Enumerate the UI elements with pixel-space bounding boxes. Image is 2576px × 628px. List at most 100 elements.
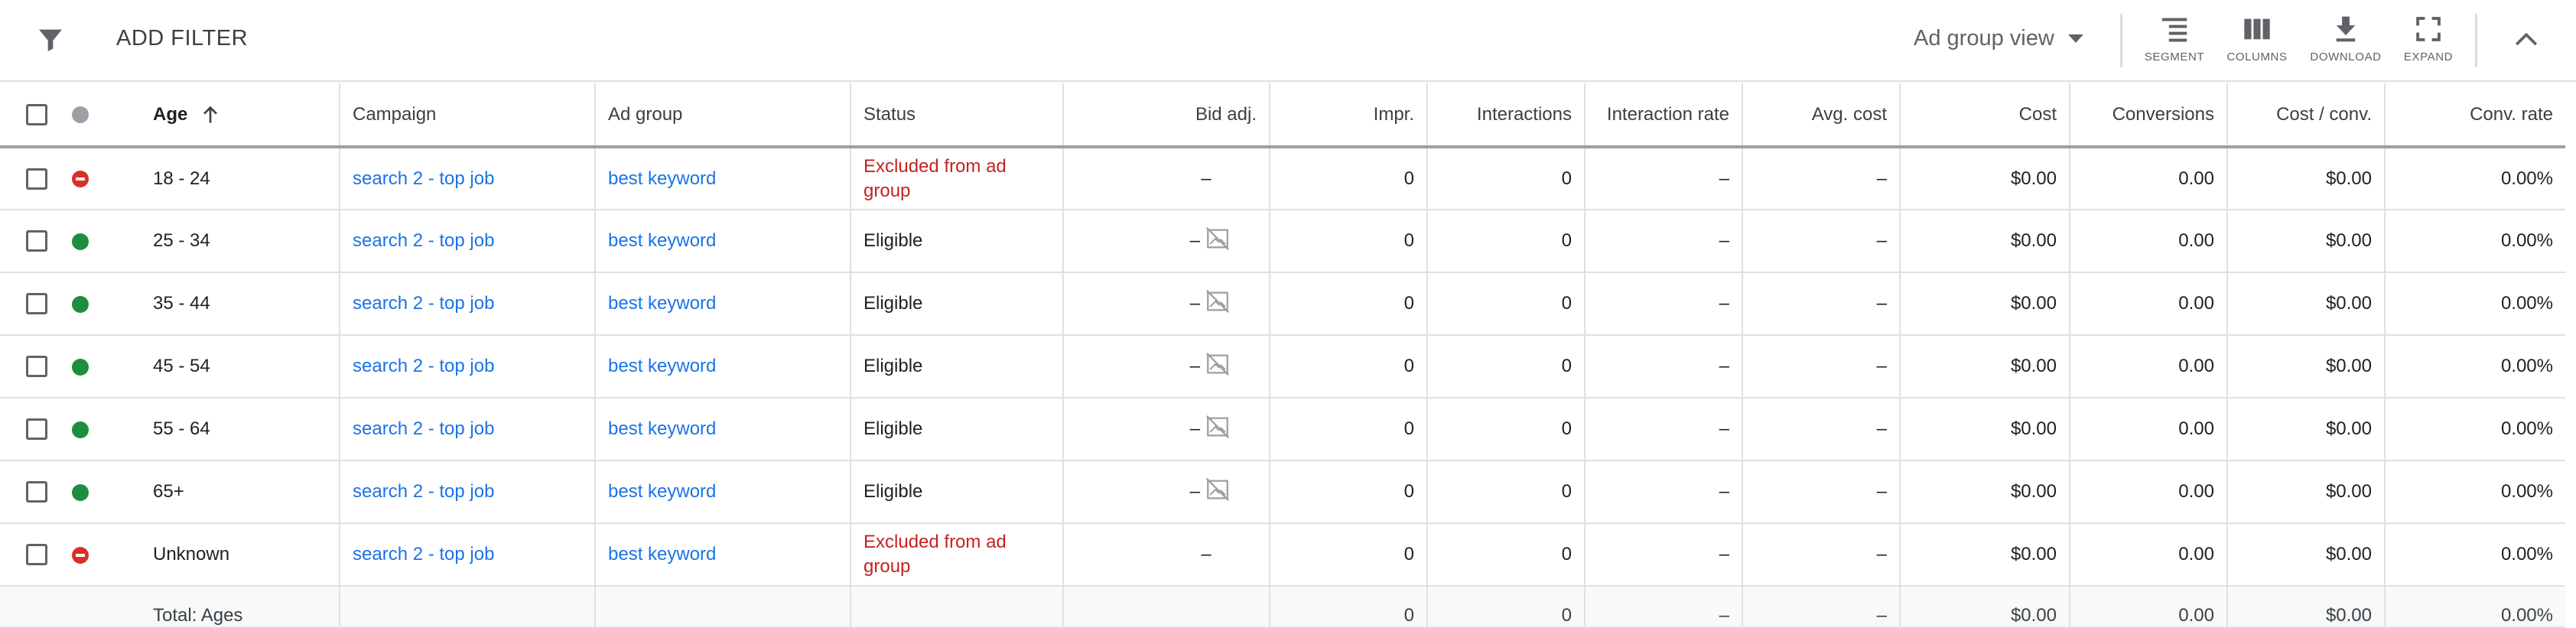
total-row: Total: Ages 0 0– – $0.00 0.00 $0.00 0.00% [0,586,2565,628]
interaction-rate-cell: – [1585,398,1743,461]
header-bid-adj[interactable]: Bid adj. [1063,83,1270,148]
filter-icon[interactable] [34,24,67,55]
expand-button[interactable]: EXPAND [2386,15,2470,63]
cost-cell: $0.00 [1900,460,2070,524]
campaign-cell: search 2 - top job [340,272,596,336]
columns-button[interactable]: COLUMNS [2215,15,2299,63]
eligible-status-icon[interactable] [72,295,89,313]
total-blank-cell [851,586,1064,628]
header-conversions[interactable]: Conversions [2070,83,2228,148]
bid-adj-value: – [1189,293,1200,314]
eligible-status-icon[interactable] [72,233,89,250]
status-dot-cell [64,460,145,524]
ad-group-cell: best keyword [595,335,851,399]
header-impr[interactable]: Impr. [1270,83,1428,148]
campaign-cell: search 2 - top job [340,147,596,210]
ad-group-link[interactable]: best keyword [608,230,716,251]
image-off-icon [1206,226,1229,250]
expand-label: EXPAND [2403,50,2454,63]
conv-rate-cell: 0.00% [2385,272,2565,336]
avg-cost-cell: – [1742,147,1901,210]
add-filter-button[interactable]: ADD FILTER [116,26,248,51]
row-checkbox[interactable] [26,356,47,377]
header-ad-group[interactable]: Ad group [595,83,851,148]
total-interactions: 0 [1427,586,1586,628]
edit-bid-button[interactable] [1205,289,1231,319]
row-checkbox[interactable] [26,168,47,190]
row-checkbox[interactable] [26,544,47,565]
table-row[interactable]: 18 - 24 search 2 - top job best keyword Exc… [0,147,2565,210]
campaign-link[interactable]: search 2 - top job [353,418,494,439]
dropdown-arrow-icon [2067,34,2083,43]
header-interactions[interactable]: Interactions [1427,83,1586,148]
ad-group-link[interactable]: best keyword [608,481,716,502]
campaign-link[interactable]: search 2 - top job [353,544,494,565]
status-text: Eligible [864,481,923,502]
campaign-link[interactable]: search 2 - top job [353,293,494,314]
eligible-status-icon[interactable] [72,358,89,376]
total-interaction-rate: – [1585,586,1743,628]
interaction-rate-cell: – [1585,272,1743,336]
ad-group-link[interactable]: best keyword [608,168,716,189]
total-impr: 0 [1270,586,1428,628]
excluded-status-icon[interactable] [72,171,89,188]
row-checkbox[interactable] [26,481,47,503]
avg-cost-cell: – [1742,335,1901,399]
row-select-cell [0,272,64,336]
select-all-checkbox[interactable] [26,103,47,125]
table-row[interactable]: Unknown search 2 - top job best keyword Exc… [0,523,2565,587]
row-checkbox[interactable] [26,230,47,252]
eligible-status-icon[interactable] [72,483,89,501]
ad-group-link[interactable]: best keyword [608,544,716,565]
status-dot-cell [64,398,145,461]
edit-bid-button[interactable] [1205,226,1231,256]
chevron-up-icon[interactable] [2513,29,2539,49]
campaign-link[interactable]: search 2 - top job [353,356,494,376]
total-conversions: 0.00 [2070,586,2228,628]
cost-cell: $0.00 [1900,147,2070,210]
campaign-link[interactable]: search 2 - top job [353,481,494,502]
total-cost: $0.00 [1900,586,2070,628]
view-select[interactable]: Ad group view [1914,26,2083,51]
table-row[interactable]: 35 - 44 search 2 - top job best keyword Eli… [0,272,2565,336]
eligible-status-icon[interactable] [72,421,89,438]
header-avg-cost[interactable]: Avg. cost [1742,83,1901,148]
download-button[interactable]: DOWNLOAD [2304,15,2388,63]
header-campaign[interactable]: Campaign [340,83,596,148]
row-checkbox[interactable] [26,418,47,440]
row-checkbox[interactable] [26,293,47,314]
excluded-status-icon[interactable] [72,546,89,564]
cost-per-conv-cell: $0.00 [2227,398,2386,461]
campaign-link[interactable]: search 2 - top job [353,230,494,251]
cost-per-conv-cell: $0.00 [2227,272,2386,336]
table-row[interactable]: 55 - 64 search 2 - top job best keyword Eli… [0,398,2565,461]
ad-group-link[interactable]: best keyword [608,418,716,439]
table-row[interactable]: 25 - 34 search 2 - top job best keyword Eli… [0,210,2565,273]
edit-bid-button[interactable] [1205,352,1231,382]
table-header-row: Age Campaign Ad group Status Bid adj. Im… [0,83,2565,148]
table-row[interactable]: 65+ search 2 - top job best keyword Eligibl… [0,460,2565,524]
status-cell: Excluded from ad group [851,523,1064,587]
image-off-icon [1206,477,1229,501]
avg-cost-cell: – [1742,272,1901,336]
columns-icon [2244,18,2270,40]
ad-group-link[interactable]: best keyword [608,356,716,376]
header-cost-per-conv[interactable]: Cost / conv. [2227,83,2386,148]
total-blank-cell [0,586,64,628]
bid-adj-cell: – [1063,460,1270,524]
header-age[interactable]: Age [145,83,340,148]
edit-bid-button[interactable] [1205,477,1231,507]
header-interaction-rate[interactable]: Interaction rate [1585,83,1743,148]
segment-button[interactable]: SEGMENT [2132,15,2217,63]
status-cell: Excluded from ad group [851,147,1064,210]
header-conv-rate[interactable]: Conv. rate [2385,83,2565,148]
header-status[interactable]: Status [851,83,1064,148]
table-row[interactable]: 45 - 54 search 2 - top job best keyword Eli… [0,335,2565,399]
ad-group-link[interactable]: best keyword [608,293,716,314]
campaign-link[interactable]: search 2 - top job [353,168,494,189]
sort-ascending-icon[interactable] [202,106,219,124]
age-cell: 35 - 44 [145,272,340,336]
header-cost[interactable]: Cost [1900,83,2070,148]
header-age-label: Age [153,103,188,125]
edit-bid-button[interactable] [1205,415,1231,444]
